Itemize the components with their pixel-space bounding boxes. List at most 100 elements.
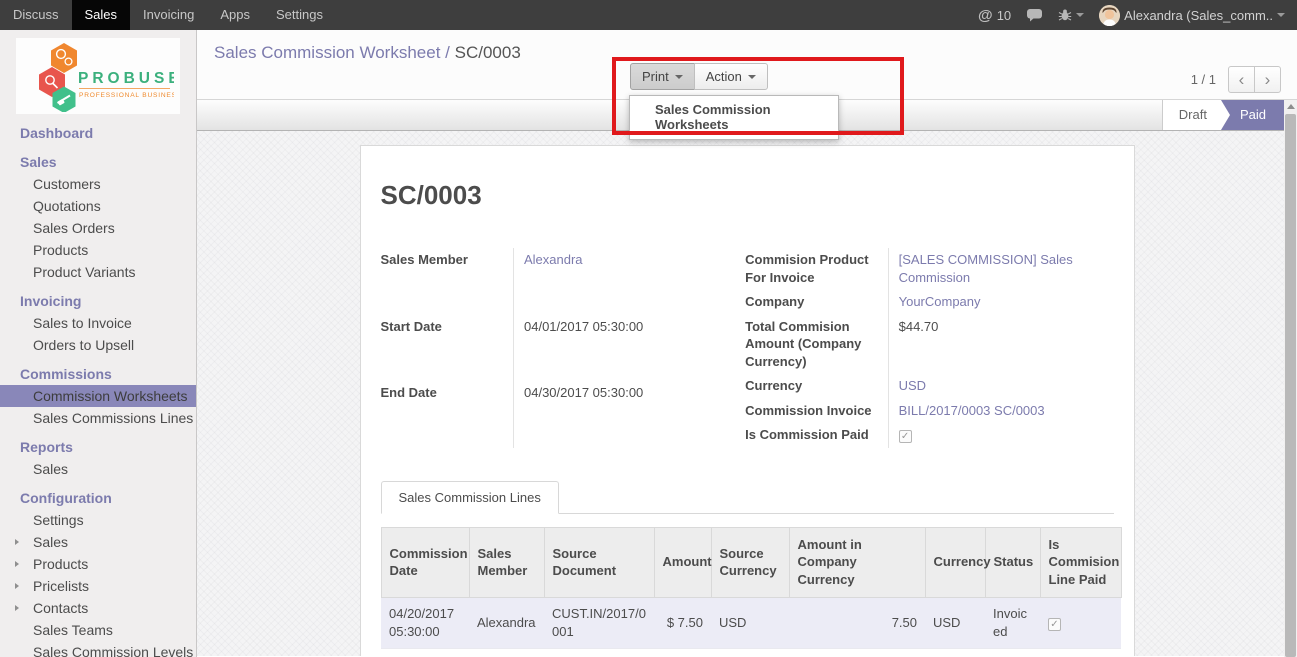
- table-row[interactable]: 04/20/2017 05:30:00AlexandraINV/2017/000…: [381, 648, 1121, 656]
- cell-source-document: CUST.IN/2017/0001: [544, 597, 654, 648]
- sidebar-item-commission-worksheets[interactable]: Commission Worksheets: [0, 385, 196, 407]
- debug-menu-button[interactable]: [1058, 8, 1084, 22]
- checkbox-checked-icon[interactable]: ✓: [1048, 618, 1061, 631]
- sidebar-section-reports[interactable]: Reports: [0, 436, 196, 458]
- cell-commission-date: 04/20/2017 05:30:00: [381, 597, 469, 648]
- sidebar-item-label: Settings: [33, 512, 84, 528]
- cell-amount-company-currency: 7.50: [789, 597, 925, 648]
- sidebar-item-contacts[interactable]: Contacts: [0, 597, 196, 619]
- column-header-currency[interactable]: Currency: [925, 527, 985, 597]
- pager-previous-button[interactable]: ‹: [1228, 66, 1255, 93]
- mentions-button[interactable]: @ 10: [978, 7, 1011, 24]
- sidebar-item-label: Sales: [33, 461, 68, 477]
- breadcrumb-separator: /: [445, 43, 450, 62]
- scrollbar-up-button[interactable]: [1284, 100, 1297, 113]
- field-label: Is Commission Paid: [745, 423, 888, 448]
- sidebar-section-dashboard[interactable]: Dashboard: [0, 122, 196, 144]
- field-row-end-date: End Date04/30/2017 05:30:00: [381, 381, 726, 448]
- record-title: SC/0003: [381, 180, 1114, 211]
- cell-amount: $ 18.60: [654, 648, 711, 656]
- company-logo: PROBUSE PROFESSIONAL BUSINESS: [16, 38, 180, 114]
- sidebar-item-orders-to-upsell[interactable]: Orders to Upsell: [0, 334, 196, 356]
- cell-source-document: INV/2017/0004-SO008: [544, 648, 654, 656]
- sidebar-item-products[interactable]: Products: [0, 553, 196, 575]
- cell-sales-member: Alexandra: [469, 597, 544, 648]
- sidebar-item-quotations[interactable]: Quotations: [0, 195, 196, 217]
- column-header-amount[interactable]: Amount: [654, 527, 711, 597]
- sidebar-item-label: Customers: [33, 176, 101, 192]
- print-button[interactable]: Print: [630, 63, 695, 90]
- top-menu-invoicing[interactable]: Invoicing: [130, 0, 207, 30]
- field-label: Start Date: [381, 315, 514, 382]
- sidebar-item-label: Pricelists: [33, 578, 89, 594]
- sidebar-section-configuration[interactable]: Configuration: [0, 487, 196, 509]
- user-menu[interactable]: Alexandra (Sales_comm..: [1099, 5, 1285, 26]
- chevron-down-icon: [748, 75, 756, 79]
- field-label: Currency: [745, 374, 888, 399]
- sidebar-section-invoicing[interactable]: Invoicing: [0, 290, 196, 312]
- cell-source-currency: USD: [711, 648, 789, 656]
- chevron-left-icon: ‹: [1239, 70, 1245, 90]
- field-link[interactable]: [SALES COMMISSION] Sales Commission: [899, 252, 1073, 285]
- field-link[interactable]: YourCompany: [899, 294, 981, 309]
- top-navbar-right: @ 10: [978, 0, 1297, 30]
- field-value: 04/01/2017 05:30:00: [514, 315, 726, 382]
- sidebar-section-sales[interactable]: Sales: [0, 151, 196, 173]
- column-header-status[interactable]: Status: [985, 527, 1040, 597]
- top-menu: DiscussSalesInvoicingAppsSettings: [0, 0, 336, 30]
- svg-text:PROFESSIONAL BUSINESS: PROFESSIONAL BUSINESS: [79, 92, 174, 99]
- cell-source-currency: USD: [711, 597, 789, 648]
- checkbox-checked-icon[interactable]: ✓: [899, 430, 912, 443]
- top-menu-apps[interactable]: Apps: [207, 0, 263, 30]
- field-label: Sales Member: [381, 248, 514, 315]
- tab-sales-commission-lines[interactable]: Sales Commission Lines: [381, 481, 559, 514]
- table-row[interactable]: 04/20/2017 05:30:00AlexandraCUST.IN/2017…: [381, 597, 1121, 648]
- breadcrumb-parent-link[interactable]: Sales Commission Worksheet: [214, 43, 440, 62]
- top-menu-discuss[interactable]: Discuss: [0, 0, 72, 30]
- triangle-up-icon: [1287, 104, 1295, 109]
- field-label: End Date: [381, 381, 514, 448]
- field-group-left: Sales Member Alexandra Start Date04/01/201…: [381, 248, 726, 448]
- commission-lines-table: Commission DateSales MemberSource Docume…: [381, 527, 1122, 656]
- field-link[interactable]: USD: [899, 378, 926, 393]
- field-link[interactable]: BILL/2017/0003 SC/0003: [899, 403, 1045, 418]
- vertical-scrollbar[interactable]: [1284, 100, 1297, 657]
- sidebar-item-product-variants[interactable]: Product Variants: [0, 261, 196, 283]
- column-header-is-commision-line-paid[interactable]: Is Commision Line Paid: [1040, 527, 1121, 597]
- field-value: USD: [888, 374, 1113, 399]
- status-paid[interactable]: Paid: [1230, 100, 1284, 130]
- field-value: Alexandra: [514, 248, 726, 315]
- sidebar-item-settings[interactable]: Settings: [0, 509, 196, 531]
- column-header-amount-in-company-currency[interactable]: Amount in Company Currency: [789, 527, 925, 597]
- sidebar-item-sales-teams[interactable]: Sales Teams: [0, 619, 196, 641]
- status-draft[interactable]: Draft: [1162, 100, 1221, 130]
- sidebar-item-sales-orders[interactable]: Sales Orders: [0, 217, 196, 239]
- sidebar-item-products[interactable]: Products: [0, 239, 196, 261]
- field-row-sales-member: Sales Member Alexandra: [381, 248, 726, 315]
- sidebar-item-sales[interactable]: Sales: [0, 458, 196, 480]
- messages-button[interactable]: [1026, 8, 1043, 22]
- scrollbar-thumb[interactable]: [1285, 114, 1296, 657]
- chevron-right-icon: [15, 539, 19, 545]
- column-header-source-currency[interactable]: Source Currency: [711, 527, 789, 597]
- sidebar-item-sales-commission-levels[interactable]: Sales Commission Levels: [0, 641, 196, 657]
- column-header-sales-member[interactable]: Sales Member: [469, 527, 544, 597]
- field-link[interactable]: Alexandra: [524, 252, 583, 267]
- sidebar-item-sales[interactable]: Sales: [0, 531, 196, 553]
- top-menu-settings[interactable]: Settings: [263, 0, 336, 30]
- sidebar-item-label: Product Variants: [33, 264, 135, 280]
- pager-next-button[interactable]: ›: [1254, 66, 1281, 93]
- sidebar-section-commissions[interactable]: Commissions: [0, 363, 196, 385]
- sidebar-item-label: Sales Commissions Lines: [33, 410, 193, 426]
- chevron-right-icon: [15, 605, 19, 611]
- column-header-source-document[interactable]: Source Document: [544, 527, 654, 597]
- sidebar-item-customers[interactable]: Customers: [0, 173, 196, 195]
- top-menu-sales[interactable]: Sales: [72, 0, 131, 30]
- menu-item-sales-commission-worksheets[interactable]: Sales Commission Worksheets: [630, 96, 838, 139]
- action-button[interactable]: Action: [694, 63, 768, 90]
- sidebar-item-sales-commissions-lines[interactable]: Sales Commissions Lines: [0, 407, 196, 429]
- sidebar-item-label: Quotations: [33, 198, 101, 214]
- sidebar-item-sales-to-invoice[interactable]: Sales to Invoice: [0, 312, 196, 334]
- sidebar-item-pricelists[interactable]: Pricelists: [0, 575, 196, 597]
- column-header-commission-date[interactable]: Commission Date: [381, 527, 469, 597]
